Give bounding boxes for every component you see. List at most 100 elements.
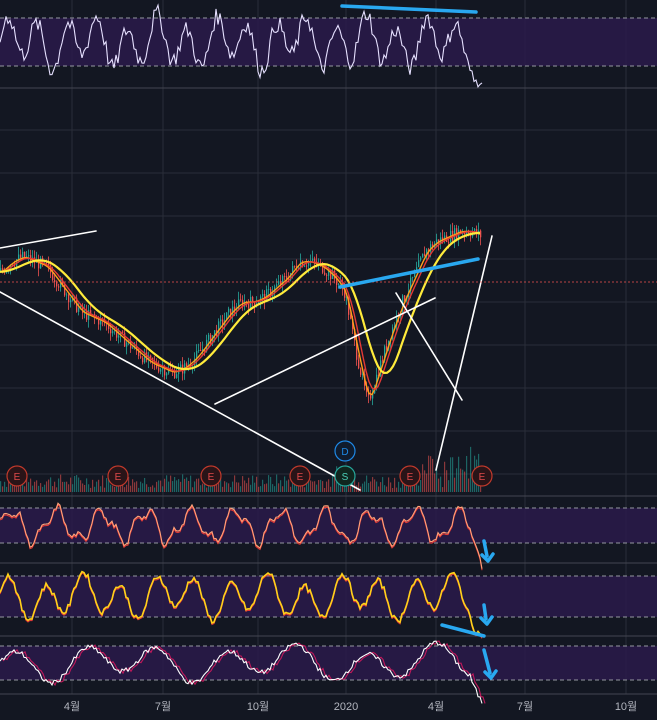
volume-bar xyxy=(358,482,360,492)
volume-bar xyxy=(380,482,382,492)
candle-body xyxy=(122,331,124,333)
volume-bar xyxy=(144,477,146,492)
volume-bar xyxy=(146,484,148,492)
volume-bar xyxy=(396,487,398,492)
trendline xyxy=(395,292,463,401)
candle-body xyxy=(68,294,70,303)
volume-bar xyxy=(128,476,130,492)
volume-bar xyxy=(74,475,76,492)
earnings-marker: E xyxy=(471,465,493,487)
earnings-marker-label: E xyxy=(208,472,215,483)
dividend-marker-label: D xyxy=(341,447,348,458)
volume-bar xyxy=(70,477,72,492)
volume-bar xyxy=(366,475,368,492)
volume-bar xyxy=(312,481,314,492)
candle-body xyxy=(140,356,142,358)
volume-bar xyxy=(196,478,198,492)
volume-bar xyxy=(330,486,332,492)
volume-bar xyxy=(82,483,84,492)
earnings-marker: E xyxy=(200,465,222,487)
volume-bar xyxy=(148,486,150,492)
volume-bar xyxy=(140,481,142,492)
volume-bar xyxy=(420,479,422,492)
candle-body xyxy=(248,303,250,309)
volume-bar xyxy=(56,487,58,492)
volume-bar xyxy=(88,484,90,492)
candle-body xyxy=(160,369,162,372)
volume-bar xyxy=(428,455,430,492)
volume-bar xyxy=(92,479,94,492)
candle-body xyxy=(28,255,30,257)
volume-bar xyxy=(202,483,204,492)
candle-body xyxy=(126,342,128,347)
volume-bar xyxy=(42,486,44,492)
volume-bar xyxy=(252,475,254,492)
candle-body xyxy=(110,329,112,334)
volume-bar xyxy=(50,477,52,492)
volume-bar xyxy=(276,474,278,492)
candle-body xyxy=(306,265,308,267)
trendline xyxy=(0,291,361,491)
candle-body xyxy=(276,284,278,287)
volume-bar xyxy=(2,486,4,492)
candle-body xyxy=(118,335,120,338)
volume-bar xyxy=(398,481,400,492)
volume-bar xyxy=(10,484,12,492)
split-marker: S xyxy=(334,465,356,487)
volume-bar xyxy=(290,486,292,492)
volume-bar xyxy=(240,486,242,492)
candle-body xyxy=(198,349,200,351)
candle-body xyxy=(132,347,134,349)
candle-body xyxy=(294,265,296,267)
candle-body xyxy=(164,368,166,376)
x-tick-label: 10월 xyxy=(247,700,269,713)
x-tick-label: 7월 xyxy=(517,700,533,713)
candle-body xyxy=(284,276,286,277)
volume-bar xyxy=(254,482,256,492)
x-tick-label: 4월 xyxy=(64,700,80,713)
volume-bar xyxy=(262,479,264,492)
volume-bar xyxy=(162,486,164,492)
candle-body xyxy=(464,232,466,235)
candle-body xyxy=(180,364,182,368)
volume-bar xyxy=(126,484,128,492)
volume-bar xyxy=(226,482,228,492)
volume-bar xyxy=(238,482,240,492)
time-axis: 4월 7월 10월 2020 4월 7월 10월 xyxy=(64,700,637,713)
candle-body xyxy=(382,360,384,362)
earnings-marker-label: E xyxy=(479,472,486,483)
volume-bar xyxy=(218,483,220,492)
volume-bar xyxy=(158,480,160,492)
volume-bar xyxy=(132,479,134,492)
volume-bar xyxy=(224,481,226,492)
volume-bar xyxy=(198,478,200,492)
volume-bar xyxy=(36,480,38,492)
candle-body xyxy=(268,289,270,290)
volume-bar xyxy=(190,475,192,492)
volume-bar xyxy=(272,484,274,492)
trendline xyxy=(435,235,493,471)
candle-body xyxy=(162,368,164,370)
volume-bar xyxy=(152,485,154,492)
volume-bar xyxy=(368,482,370,492)
candle-body xyxy=(262,294,264,297)
event-markers: E E E E E E D S xyxy=(6,440,493,487)
volume-bar xyxy=(86,478,88,492)
volume-bar xyxy=(186,477,188,492)
volume-bar xyxy=(32,485,34,492)
volume-bar xyxy=(168,481,170,492)
volume-bar xyxy=(66,481,68,492)
volume-bar xyxy=(370,481,372,492)
volume-bar xyxy=(250,484,252,492)
volume-bar xyxy=(324,487,326,492)
volume-bar xyxy=(72,484,74,492)
earnings-marker-label: E xyxy=(14,472,21,483)
volume-bar xyxy=(450,457,452,492)
volume-bar xyxy=(430,456,432,492)
earnings-marker: E xyxy=(289,465,311,487)
candle-body xyxy=(70,300,72,303)
volume-bar xyxy=(394,477,396,492)
volume-bar xyxy=(98,479,100,492)
volume-bar xyxy=(466,455,468,492)
earnings-marker: E xyxy=(399,465,421,487)
